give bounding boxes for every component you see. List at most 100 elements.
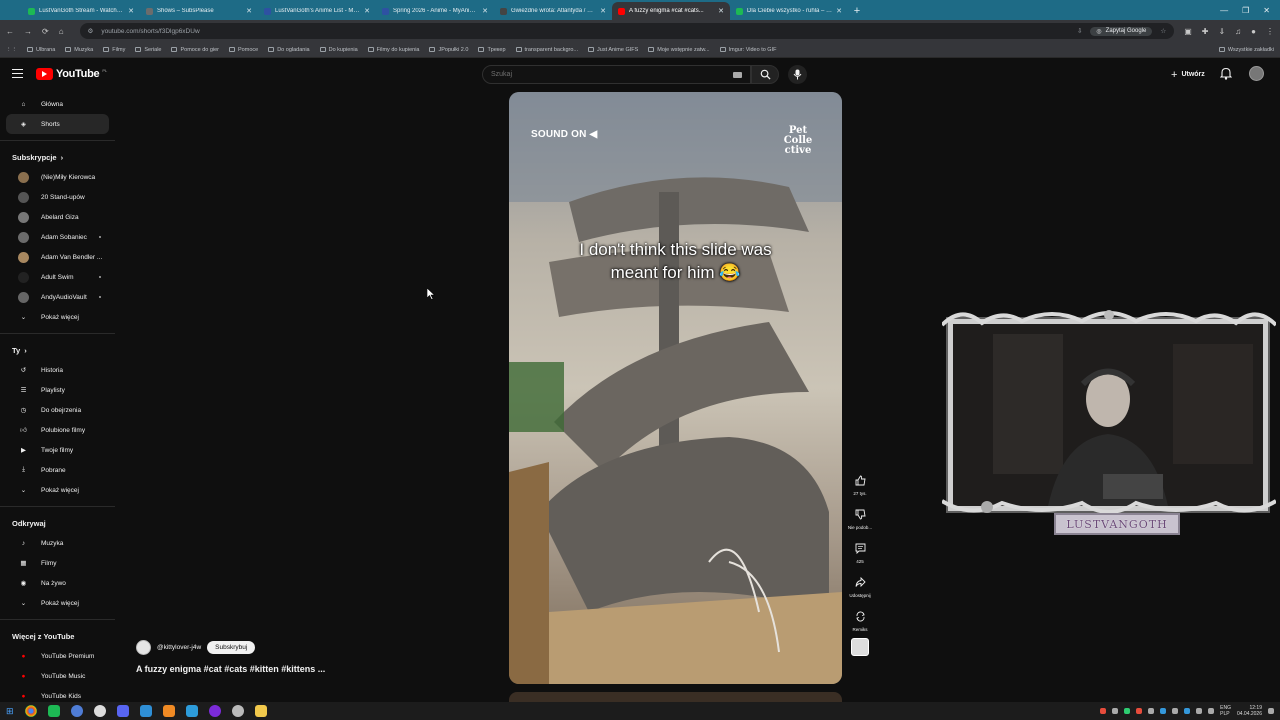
system-clock[interactable]: 12:19 04.04.2026 — [1237, 705, 1262, 717]
sidebar-item-abelard-giza[interactable]: Abelard Giza — [6, 207, 109, 227]
browser-tab[interactable]: A fuzzy enigma #cat #cats... ✕ — [612, 2, 730, 20]
notifications-bell-icon[interactable] — [1220, 67, 1232, 80]
remix-icon[interactable] — [852, 608, 868, 624]
comment-icon[interactable] — [852, 540, 868, 556]
tab-close-icon[interactable]: ✕ — [482, 7, 488, 15]
sidebar-item-pokaż-więcej[interactable]: ⌄ Pokaż więcej — [6, 480, 109, 500]
input-language[interactable]: ENG PLP — [1220, 705, 1231, 717]
bookmark-item[interactable]: transparent backgro... — [515, 47, 578, 53]
sidebar-item-playlisty[interactable]: ☰ Playlisty — [6, 380, 109, 400]
keyboard-icon[interactable] — [733, 71, 742, 78]
comments-action[interactable]: 425 — [846, 540, 874, 564]
search-button[interactable] — [751, 65, 779, 84]
home-browser-icon[interactable]: ⌂ — [59, 27, 64, 36]
subscribe-button[interactable]: Subskrybuj — [207, 641, 256, 654]
app5-taskbar-icon[interactable] — [231, 705, 244, 717]
tray-icon[interactable] — [1208, 708, 1215, 714]
browser-tab[interactable]: Gwiezdne wrota: Atlantyda / St... ✕ — [494, 2, 612, 20]
browser-tab[interactable]: Dla Ciebie wszystko - ruhla – w... ✕ — [730, 2, 848, 20]
sidebar-item-główna[interactable]: ⌂ Główna — [6, 94, 109, 114]
tray-icon[interactable] — [1124, 708, 1131, 714]
tray-icon[interactable] — [1136, 708, 1143, 714]
tab-close-icon[interactable]: ✕ — [836, 7, 842, 15]
tab-close-icon[interactable]: ✕ — [364, 7, 370, 15]
guide-menu-icon[interactable] — [12, 69, 23, 81]
subs-show-more[interactable]: ⌄ Pokaż więcej — [6, 307, 109, 327]
tray-icon[interactable] — [1172, 708, 1179, 714]
bookmark-item[interactable]: Muzyka — [65, 47, 93, 53]
new-tab-button[interactable]: + — [848, 2, 866, 20]
bookmark-item[interactable]: Seriale — [135, 47, 161, 53]
windows-start-icon[interactable]: ⊞ — [6, 706, 14, 717]
file-explorer-taskbar-icon[interactable] — [254, 705, 267, 717]
tray-icon[interactable] — [1100, 708, 1107, 714]
sidebar-item-do-obejrzenia[interactable]: ◷ Do obejrzenia — [6, 400, 109, 420]
sidebar-item-youtube-music[interactable]: ● YouTube Music — [6, 666, 109, 686]
sidebar-item-youtube-premium[interactable]: ● YouTube Premium — [6, 646, 109, 666]
close-window-icon[interactable]: ✕ — [1263, 6, 1270, 15]
sidebar-item-shorts[interactable]: ◈ Shorts — [6, 114, 109, 134]
account-avatar[interactable] — [1249, 66, 1264, 81]
create-button[interactable]: + Utwórz — [1167, 67, 1209, 82]
tab-close-icon[interactable]: ✕ — [246, 7, 252, 15]
sidebar-item-andyaudiovault[interactable]: AndyAudioVault — [6, 287, 109, 307]
browser-tab[interactable]: LustVanGoth's Anime List - My... ✕ — [258, 2, 376, 20]
bookmark-star-icon[interactable]: ☆ — [1160, 27, 1166, 35]
tray-icon[interactable] — [1196, 708, 1203, 714]
channel-handle[interactable]: @kittylover-j4w — [157, 644, 201, 651]
tab-close-icon[interactable]: ✕ — [600, 7, 606, 15]
discord-taskbar-icon[interactable] — [116, 705, 129, 717]
bookmark-item[interactable]: Pomoce do gier — [171, 47, 219, 53]
tray-icon[interactable] — [1160, 708, 1167, 714]
bookmark-item[interactable]: Moje wstępnie zatw... — [648, 47, 710, 53]
menu-kebab-icon[interactable]: ⋮ — [1266, 27, 1274, 36]
dislike-action[interactable]: Nie podob... — [846, 506, 874, 530]
app-taskbar-icon[interactable] — [70, 705, 83, 717]
bookmark-item[interactable]: JPopułki 2.0 — [429, 47, 468, 53]
google-search-chip[interactable]: ◎ Zapytaj Google — [1090, 26, 1153, 36]
extension-puzzle-icon[interactable]: ✚ — [1202, 27, 1209, 36]
sidebar-item-adam-van-bendler[interactable]: Adam Van Bendler ... — [6, 247, 109, 267]
subscriptions-header[interactable]: Subskrypcje › — [0, 147, 115, 167]
short-title[interactable]: A fuzzy enigma #cat #cats #kitten #kitte… — [136, 664, 325, 674]
next-short-preview[interactable] — [509, 692, 842, 702]
share-icon[interactable] — [852, 574, 868, 590]
sidebar-item-adam-sobaniec[interactable]: Adam Sobaniec — [6, 227, 109, 247]
sidebar-item-adult-swim[interactable]: Adult Swim — [6, 267, 109, 287]
notifications-icon[interactable] — [1268, 708, 1274, 714]
thumbs-up-icon[interactable] — [852, 472, 868, 488]
browser-tab[interactable]: LustVanGoth Stream - Watch Li... ✕ — [22, 2, 140, 20]
sidebar-item-pokaż-więcej[interactable]: ⌄ Pokaż więcej — [6, 593, 109, 613]
minimize-icon[interactable]: — — [1220, 6, 1228, 15]
chrome-taskbar-icon[interactable] — [24, 705, 37, 717]
bookmark-item[interactable]: Filmy — [103, 47, 125, 53]
all-bookmarks[interactable]: Wszystkie zakładki — [1218, 47, 1274, 53]
site-info-icon[interactable]: ⚙ — [88, 27, 94, 35]
forward-icon[interactable]: → — [24, 27, 32, 36]
browser-tab[interactable]: Shows – SubsPlease ✕ — [140, 2, 258, 20]
audio-thumbnail[interactable] — [851, 638, 869, 656]
sidebar-item-twoje-filmy[interactable]: ▶ Twoje filmy — [6, 440, 109, 460]
bookmark-item[interactable]: Do kupienia — [319, 47, 358, 53]
sidebar-item-nie-miły-kierowca[interactable]: (Nie)Miły Kierowca — [6, 167, 109, 187]
back-icon[interactable]: ← — [6, 27, 14, 36]
sound-thumbnail[interactable] — [846, 638, 874, 656]
search-input[interactable]: Szukaj — [482, 65, 751, 84]
apps-icon[interactable]: ⋮⋮ — [6, 47, 17, 53]
thumbs-down-icon[interactable] — [852, 506, 868, 522]
tray-icon[interactable] — [1112, 708, 1119, 714]
media-icon[interactable]: ♫ — [1235, 27, 1241, 36]
bookmark-item[interactable]: Filmy do kupienia — [367, 47, 419, 53]
downloads-icon[interactable]: ⇓ — [1218, 27, 1225, 36]
app3-taskbar-icon[interactable] — [185, 705, 198, 717]
youtube-logo[interactable]: YouTube PL — [36, 68, 107, 80]
channel-avatar[interactable] — [136, 640, 151, 655]
you-header[interactable]: Ty › — [0, 340, 115, 360]
obs-taskbar-icon[interactable] — [93, 705, 106, 717]
like-action[interactable]: 27 tys. — [846, 472, 874, 496]
vlc-taskbar-icon[interactable] — [162, 705, 175, 717]
bookmark-item[interactable]: Do ogladania — [268, 47, 310, 53]
sidebar-item-filmy[interactable]: ▦ Filmy — [6, 553, 109, 573]
spotify-taskbar-icon[interactable] — [47, 705, 60, 717]
address-bar[interactable]: ⚙ youtube.com/shorts/f3Dlgp6xDUw ⇩ ◎ Zapy… — [79, 23, 1175, 39]
